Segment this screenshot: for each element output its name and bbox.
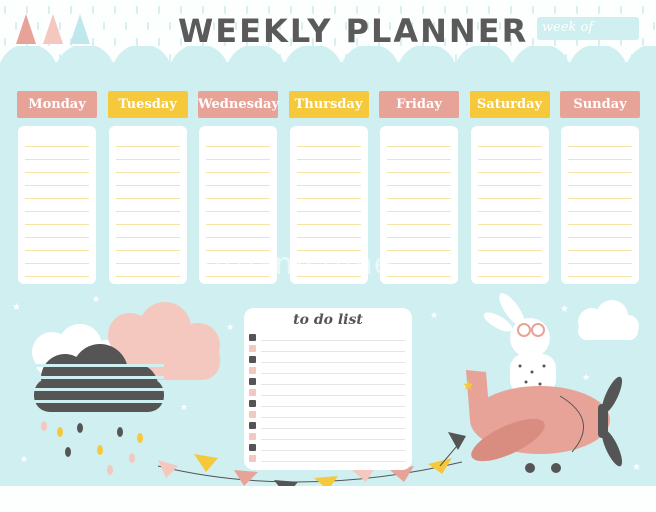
svg-text:★: ★: [462, 378, 475, 394]
svg-text:★: ★: [92, 295, 100, 305]
todo-checkbox[interactable]: [249, 433, 256, 440]
todo-line: [261, 428, 405, 429]
svg-text:★: ★: [430, 311, 438, 321]
svg-text:★: ★: [560, 304, 569, 315]
todo-line: [261, 395, 405, 396]
cloud-icon: [578, 300, 639, 340]
svg-text:★: ★: [582, 373, 590, 383]
todo-line: [261, 340, 405, 341]
svg-text:★: ★: [226, 323, 234, 333]
todo-checkbox[interactable]: [249, 345, 256, 352]
todo-checkbox[interactable]: [249, 378, 256, 385]
weekly-planner-page: WEEKLY PLANNER week of Monday Tuesday Wedn…: [0, 0, 656, 512]
todo-line: [261, 362, 405, 363]
todo-title: to do list: [293, 312, 363, 328]
todo-checkbox[interactable]: [249, 400, 256, 407]
todo-checkbox[interactable]: [249, 367, 256, 374]
todo-line: [261, 384, 405, 385]
todo-checkbox[interactable]: [249, 411, 256, 418]
todo-line: [261, 461, 405, 462]
svg-text:★: ★: [20, 455, 28, 465]
svg-text:★: ★: [12, 302, 21, 313]
todo-line: [261, 351, 405, 352]
todo-checkbox[interactable]: [249, 444, 256, 451]
watermark-text: dreamstime: [203, 247, 394, 282]
bottom-band: [0, 486, 656, 512]
todo-list-card: to do list: [244, 308, 412, 470]
todo-checkbox[interactable]: [249, 422, 256, 429]
todo-line: [261, 417, 405, 418]
todo-line: [261, 406, 405, 407]
todo-line: [261, 373, 405, 374]
svg-text:★: ★: [180, 403, 188, 413]
svg-text:★: ★: [632, 462, 641, 473]
todo-checkbox[interactable]: [249, 389, 256, 396]
todo-line: [261, 439, 405, 440]
todo-line: [261, 450, 405, 451]
todo-checkbox[interactable]: [249, 334, 256, 341]
todo-checkbox[interactable]: [249, 455, 256, 462]
todo-checkbox[interactable]: [249, 356, 256, 363]
